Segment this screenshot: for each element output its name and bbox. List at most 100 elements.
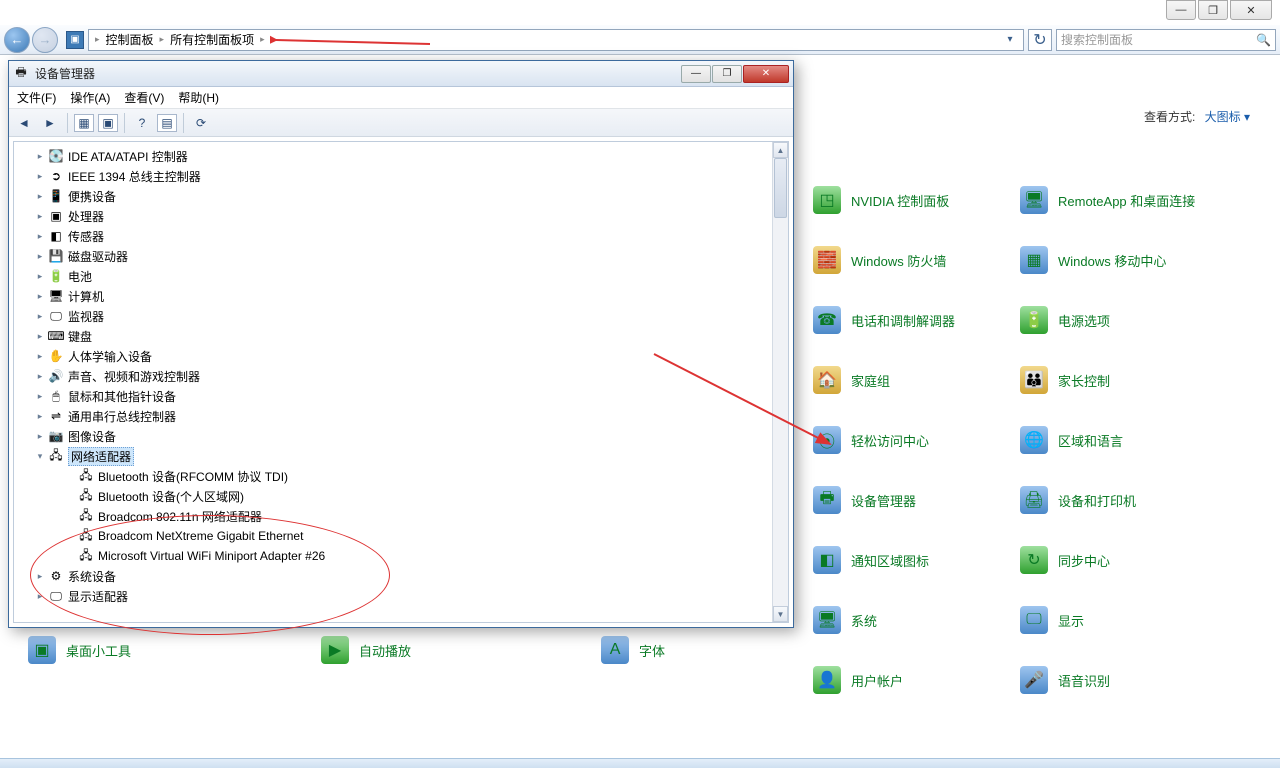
- tree-node[interactable]: ▸⚙系统设备: [34, 566, 788, 586]
- expand-icon[interactable]: ▸: [34, 591, 46, 602]
- cp-item[interactable]: ↻同步中心: [1020, 546, 1240, 574]
- tree-node[interactable]: ▸✋人体学输入设备: [34, 346, 788, 366]
- expand-icon[interactable]: ▸: [34, 191, 46, 202]
- toolbar-button[interactable]: ?: [131, 112, 153, 134]
- scroll-down[interactable]: ▼: [773, 606, 788, 622]
- cp-item[interactable]: ☎电话和调制解调器: [813, 306, 993, 334]
- cp-item[interactable]: 🔋电源选项: [1020, 306, 1240, 334]
- tree-node[interactable]: ▸⇌通用串行总线控制器: [34, 406, 788, 426]
- menu-file[interactable]: 文件(F): [17, 89, 56, 106]
- scrollbar[interactable]: ▲ ▼: [772, 142, 788, 622]
- toolbar-button[interactable]: ▦: [74, 114, 94, 132]
- cp-item[interactable]: 👪家长控制: [1020, 366, 1240, 394]
- tree-node[interactable]: ▾🖧网络适配器: [34, 446, 788, 466]
- cp-item[interactable]: ▣桌面小工具: [28, 636, 131, 664]
- tree-label: 通用串行总线控制器: [68, 408, 176, 425]
- menu-help[interactable]: 帮助(H): [178, 89, 219, 106]
- tree-node[interactable]: ▸◧传感器: [34, 226, 788, 246]
- devmgr-maximize[interactable]: ❐: [712, 65, 742, 83]
- expand-icon[interactable]: ▸: [34, 211, 46, 222]
- taskbar[interactable]: [0, 758, 1280, 768]
- maximize-button[interactable]: ❐: [1198, 0, 1228, 20]
- cp-item-icon: 🖨: [1020, 486, 1048, 514]
- toolbar-button[interactable]: ▤: [157, 114, 177, 132]
- refresh-button[interactable]: ↻: [1028, 29, 1052, 51]
- tree-child[interactable]: 🖧Broadcom 802.11n 网络适配器: [34, 506, 788, 526]
- expand-icon[interactable]: ▸: [34, 171, 46, 182]
- back-button[interactable]: ←: [4, 27, 30, 53]
- address-bar[interactable]: ▸ 控制面板 ▸ 所有控制面板项 ▸ ▾: [88, 29, 1024, 51]
- tree-child[interactable]: 🖧Broadcom NetXtreme Gigabit Ethernet: [34, 526, 788, 546]
- expand-icon[interactable]: ▸: [34, 291, 46, 302]
- cp-item[interactable]: ◧通知区域图标: [813, 546, 993, 574]
- tree-node[interactable]: ▸🖱鼠标和其他指针设备: [34, 386, 788, 406]
- cp-item[interactable]: 🏠家庭组: [813, 366, 993, 394]
- tree-node[interactable]: ▸🖵显示适配器: [34, 586, 788, 606]
- device-tree[interactable]: ▸💽IDE ATA/ATAPI 控制器▸➲IEEE 1394 总线主控制器▸📱便…: [14, 142, 788, 610]
- expand-icon[interactable]: ▾: [34, 451, 46, 462]
- devmgr-titlebar[interactable]: 🖶 设备管理器 — ❐ ✕: [9, 61, 793, 87]
- toolbar-button[interactable]: ►: [39, 112, 61, 134]
- toolbar-button[interactable]: ▣: [98, 114, 118, 132]
- devmgr-minimize[interactable]: —: [681, 65, 711, 83]
- tree-child[interactable]: 🖧Bluetooth 设备(RFCOMM 协议 TDI): [34, 466, 788, 486]
- devmgr-toolbar: ◄► ▦▣?▤ ⟳: [9, 109, 793, 137]
- tree-node[interactable]: ▸💾磁盘驱动器: [34, 246, 788, 266]
- expand-icon[interactable]: ▸: [34, 411, 46, 422]
- expand-icon[interactable]: ▸: [34, 151, 46, 162]
- expand-icon[interactable]: ▸: [34, 571, 46, 582]
- cp-item[interactable]: 🖥系统: [813, 606, 993, 634]
- cp-item[interactable]: 👤用户帐户: [813, 666, 993, 694]
- cp-item[interactable]: A字体: [601, 636, 665, 664]
- cp-item[interactable]: 🎤语音识别: [1020, 666, 1240, 694]
- expand-icon[interactable]: ▸: [34, 331, 46, 342]
- tree-node[interactable]: ▸🔋电池: [34, 266, 788, 286]
- cp-item[interactable]: ⦿轻松访问中心: [813, 426, 993, 454]
- cp-item[interactable]: 🧱Windows 防火墙: [813, 246, 993, 274]
- tree-child[interactable]: 🖧Microsoft Virtual WiFi Miniport Adapter…: [34, 546, 788, 566]
- tree-child[interactable]: 🖧Bluetooth 设备(个人区域网): [34, 486, 788, 506]
- menu-view[interactable]: 查看(V): [124, 89, 164, 106]
- cp-item[interactable]: ◳NVIDIA 控制面板: [813, 186, 993, 214]
- breadcrumb[interactable]: 所有控制面板项: [166, 31, 258, 48]
- cp-item[interactable]: ▦Windows 移动中心: [1020, 246, 1240, 274]
- scroll-up[interactable]: ▲: [773, 142, 788, 158]
- menu-action[interactable]: 操作(A): [70, 89, 110, 106]
- minimize-button[interactable]: —: [1166, 0, 1196, 20]
- tree-node[interactable]: ▸📱便携设备: [34, 186, 788, 206]
- tree-node[interactable]: ▸▣处理器: [34, 206, 788, 226]
- breadcrumb[interactable]: 控制面板: [102, 31, 158, 48]
- scroll-thumb[interactable]: [774, 158, 787, 218]
- toolbar-button[interactable]: ⟳: [190, 112, 212, 134]
- expand-icon[interactable]: ▸: [34, 371, 46, 382]
- expand-icon[interactable]: ▸: [34, 231, 46, 242]
- expand-icon[interactable]: ▸: [34, 431, 46, 442]
- tree-node[interactable]: ▸🖥计算机: [34, 286, 788, 306]
- tree-node[interactable]: ▸💽IDE ATA/ATAPI 控制器: [34, 146, 788, 166]
- expand-icon[interactable]: ▸: [34, 311, 46, 322]
- close-button[interactable]: ✕: [1230, 0, 1272, 20]
- cp-item[interactable]: 🖵显示: [1020, 606, 1240, 634]
- cp-item[interactable]: 🖨设备和打印机: [1020, 486, 1240, 514]
- view-mode-value[interactable]: 大图标 ▾: [1205, 110, 1250, 124]
- cp-item[interactable]: 🖶设备管理器: [813, 486, 993, 514]
- devmgr-close[interactable]: ✕: [743, 65, 789, 83]
- forward-button[interactable]: →: [32, 27, 58, 53]
- expand-icon[interactable]: ▸: [34, 391, 46, 402]
- cp-item-icon: 🧱: [813, 246, 841, 274]
- search-input[interactable]: 搜索控制面板 🔍: [1056, 29, 1276, 51]
- tree-node[interactable]: ▸🔊声音、视频和游戏控制器: [34, 366, 788, 386]
- tree-node[interactable]: ▸➲IEEE 1394 总线主控制器: [34, 166, 788, 186]
- cp-item[interactable]: 🌐区域和语言: [1020, 426, 1240, 454]
- cp-item[interactable]: ▶自动播放: [321, 636, 411, 664]
- tree-node[interactable]: ▸⌨键盘: [34, 326, 788, 346]
- expand-icon[interactable]: ▸: [34, 271, 46, 282]
- toolbar-button[interactable]: ◄: [13, 112, 35, 134]
- expand-icon[interactable]: ▸: [34, 251, 46, 262]
- expand-icon[interactable]: ▸: [34, 351, 46, 362]
- address-dropdown[interactable]: ▾: [1001, 30, 1019, 50]
- tree-label: 人体学输入设备: [68, 348, 152, 365]
- tree-node[interactable]: ▸📷图像设备: [34, 426, 788, 446]
- cp-item[interactable]: 🖥RemoteApp 和桌面连接: [1020, 186, 1240, 214]
- tree-node[interactable]: ▸🖵监视器: [34, 306, 788, 326]
